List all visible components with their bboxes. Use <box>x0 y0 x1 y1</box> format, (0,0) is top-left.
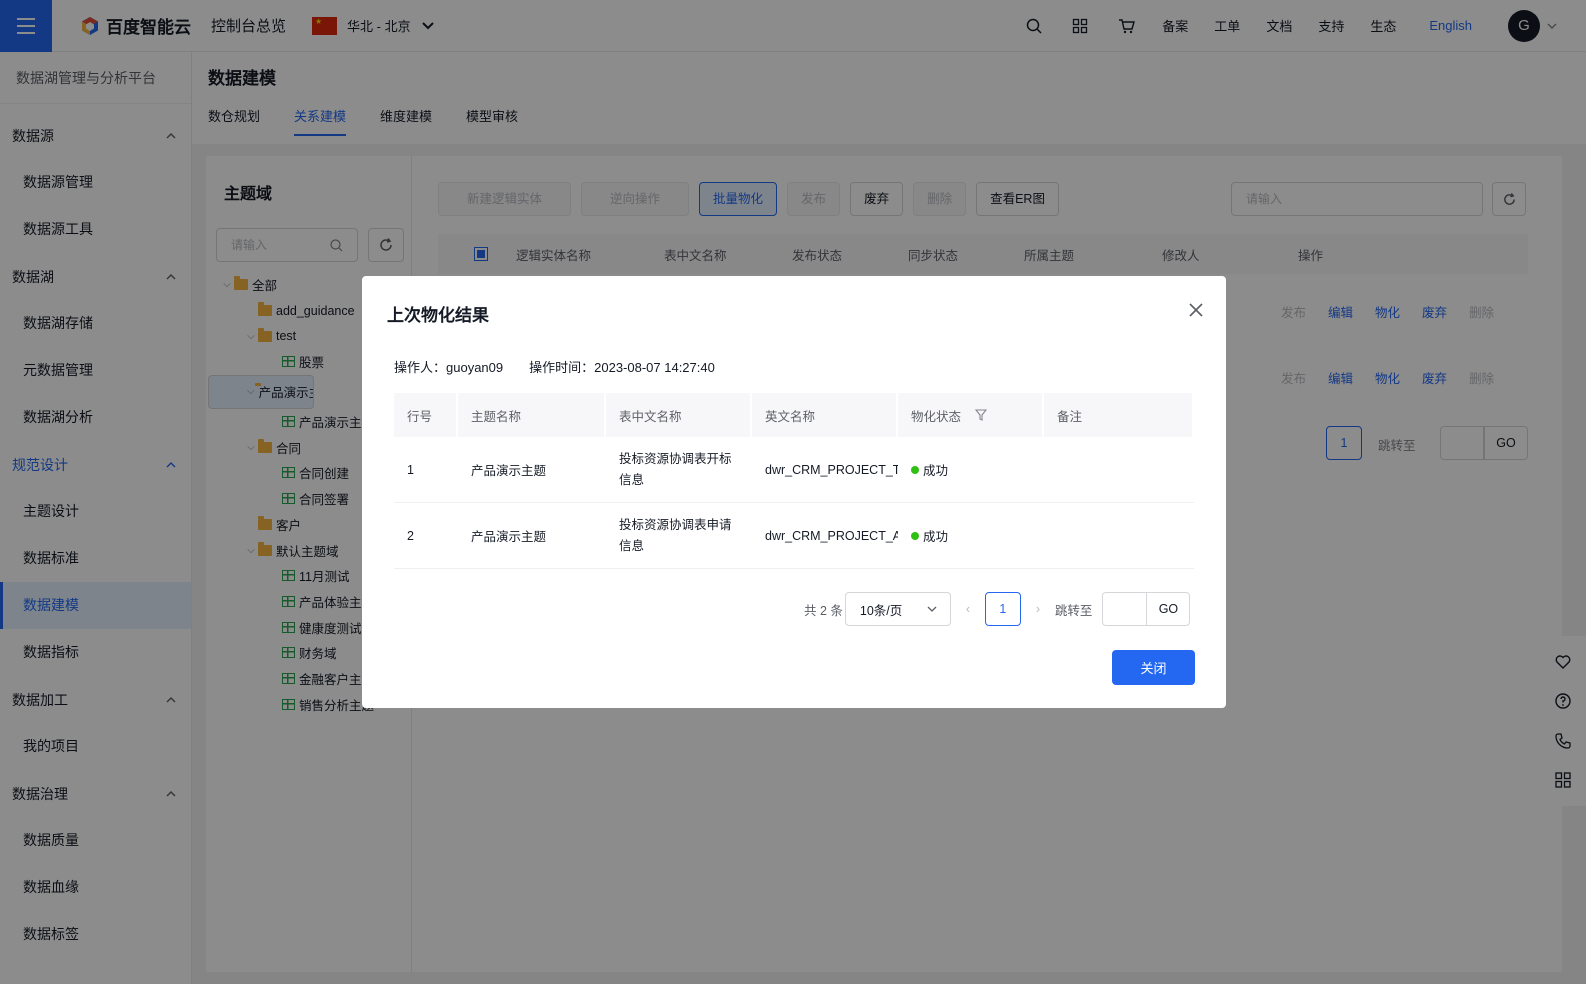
page-size-select[interactable]: 10条/页 <box>844 592 951 626</box>
english-name: dwr_CRM_PROJECT_T <box>765 462 898 477</box>
table-row: 1 产品演示主题 投标资源协调表开标信息 dwr_CRM_PROJECT_T 成… <box>394 437 1194 503</box>
operator-label: 操作人：guoyan09 <box>394 360 504 375</box>
row-number: 2 <box>407 528 414 543</box>
next-page-icon[interactable]: › <box>1021 602 1055 616</box>
col-row-number: 行号 <box>394 393 458 437</box>
filter-icon[interactable] <box>975 409 988 421</box>
table-cn-name: 投标资源协调表申请信息 <box>619 517 732 553</box>
row-number: 1 <box>407 462 414 477</box>
close-button[interactable]: 关闭 <box>1112 650 1195 685</box>
theme-name: 产品演示主题 <box>471 464 547 478</box>
status-text: 成功 <box>923 530 949 544</box>
dialog-title: 上次物化结果 <box>387 306 489 325</box>
success-dot-icon <box>911 465 919 474</box>
close-icon[interactable] <box>1188 302 1204 318</box>
remarks <box>1044 437 1194 502</box>
jump-page-input[interactable] <box>1102 592 1147 626</box>
operation-meta: 操作人：guoyan09 操作时间：2023-08-07 14:27:40 <box>394 357 715 376</box>
col-materialize-status: 物化状态 <box>898 393 1044 437</box>
col-materialize-status-label: 物化状态 <box>911 409 962 424</box>
status-text: 成功 <box>923 464 949 478</box>
prev-page-icon[interactable]: ‹ <box>951 602 985 616</box>
english-name: dwr_CRM_PROJECT_A <box>765 528 898 543</box>
go-button[interactable]: GO <box>1146 592 1191 626</box>
table-cn-name: 投标资源协调表开标信息 <box>619 451 732 487</box>
col-theme-name: 主题名称 <box>458 393 606 437</box>
operation-time-label: 操作时间：2023-08-07 14:27:40 <box>529 360 715 375</box>
table-row: 2 产品演示主题 投标资源协调表申请信息 dwr_CRM_PROJECT_A 成… <box>394 503 1194 569</box>
result-pagination: 共 2 条 10条/页 ‹ 1 › 跳转至 GO <box>804 592 1191 626</box>
result-table-header: 行号 主题名称 表中文名称 英文名称 物化状态 备注 <box>394 393 1194 437</box>
page-size-value: 10条/页 <box>859 603 903 618</box>
result-table: 行号 主题名称 表中文名称 英文名称 物化状态 备注 1 产品演示主题 投标资源… <box>394 393 1194 569</box>
chevron-down-icon <box>927 606 937 612</box>
success-dot-icon <box>911 531 919 540</box>
col-table-cn-name: 表中文名称 <box>606 393 752 437</box>
status-badge: 成功 <box>898 437 1044 502</box>
status-badge: 成功 <box>898 503 1044 568</box>
materialize-result-dialog: 上次物化结果 操作人：guoyan09 操作时间：2023-08-07 14:2… <box>362 276 1226 708</box>
current-page[interactable]: 1 <box>984 592 1021 626</box>
remarks <box>1044 503 1194 568</box>
total-count: 共 2 条 <box>804 603 843 618</box>
col-english-name: 英文名称 <box>752 393 898 437</box>
jump-to-label: 跳转至 <box>1054 603 1093 618</box>
theme-name: 产品演示主题 <box>471 530 547 544</box>
col-remarks: 备注 <box>1044 393 1194 437</box>
